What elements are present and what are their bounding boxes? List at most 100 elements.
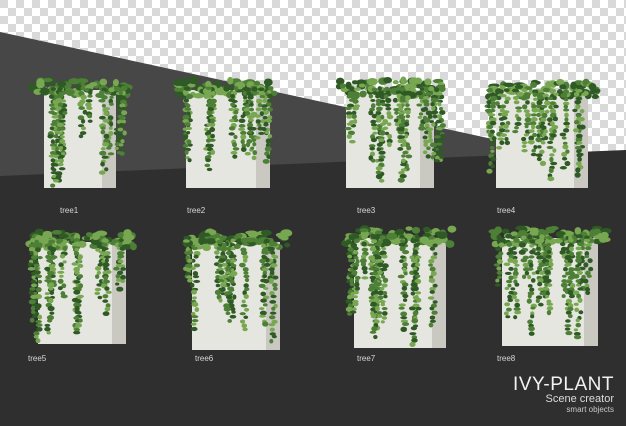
ivy-vine-leaf <box>32 314 38 319</box>
ivy-vine-leaf <box>537 265 543 271</box>
ivy-vine-leaf <box>382 126 389 130</box>
ivy-vine-leaf <box>249 102 254 107</box>
ivy-leaf <box>58 233 69 239</box>
ivy-vine-leaf <box>261 247 269 253</box>
ivy-vine-leaf <box>376 142 383 147</box>
label-tree4: tree4 <box>497 206 516 215</box>
ivy-vine-leaf <box>512 270 519 277</box>
ivy-vine-leaf <box>533 144 538 150</box>
ivy-vine-leaf <box>85 99 93 103</box>
ivy-vine-leaf <box>101 242 108 247</box>
ivy-vine-leaf <box>402 298 408 302</box>
ivy-vine-leaf <box>500 104 507 109</box>
ivy-leaf <box>284 242 291 248</box>
ivy-vine-leaf <box>371 271 379 276</box>
ivy-vine-leaf <box>217 278 225 283</box>
ivy-vine-leaf <box>528 255 535 259</box>
ivy-vine-leaf <box>565 124 570 129</box>
ivy-leaf <box>339 83 346 89</box>
ivy-vine-leaf <box>344 106 352 111</box>
ivy-vine-leaf <box>220 282 225 288</box>
ivy-vine-leaf <box>97 295 103 300</box>
ivy-vine-leaf <box>354 281 360 288</box>
ivy-vine-leaf <box>240 139 245 145</box>
ivy-leaf <box>549 225 559 231</box>
ivy-vine-leaf <box>48 154 56 158</box>
ivy-vine-leaf <box>34 270 41 275</box>
ivy-vine-leaf <box>57 102 64 107</box>
ivy-vine-leaf <box>505 279 513 284</box>
ivy-vine-leaf <box>495 246 502 252</box>
ivy-vine-leaf <box>560 93 568 98</box>
ivy-vine-leaf <box>373 279 378 284</box>
ivy-leaf <box>419 236 430 244</box>
ivy-vine-leaf <box>375 94 380 99</box>
ivy-vine-leaf <box>48 91 55 95</box>
ivy-vine-leaf <box>495 146 503 150</box>
ivy-vine-leaf <box>397 177 405 183</box>
ivy-vine-leaf <box>249 93 254 99</box>
planter-graphic <box>25 228 137 344</box>
ivy-vine-leaf <box>431 310 438 315</box>
ivy-vine-leaf <box>521 144 527 149</box>
ivy-vine-leaf <box>252 150 258 156</box>
ivy-vine-leaf <box>206 122 212 127</box>
ivy-vine-leaf <box>382 290 388 296</box>
ivy-vine-leaf <box>215 283 221 288</box>
ivy-vine-leaf <box>382 238 390 243</box>
ivy-vine-leaf <box>577 297 583 303</box>
ivy-vine-leaf <box>529 287 535 292</box>
ivy-leaf <box>263 78 273 87</box>
ivy-vine-leaf <box>370 313 377 319</box>
ivy-vine-leaf <box>565 262 572 267</box>
ivy-vine-leaf <box>416 103 423 107</box>
ivy-vine-leaf <box>400 239 405 243</box>
ivy-vine-leaf <box>109 121 114 127</box>
ivy-vine-leaf <box>57 158 64 163</box>
ivy-vine-leaf <box>243 95 248 100</box>
ivy-vine-leaf <box>525 100 530 105</box>
ivy-vine-leaf <box>399 98 406 103</box>
ivy-vine-leaf <box>210 90 216 96</box>
ivy-vine-leaf <box>361 247 369 252</box>
ivy-vine-leaf <box>531 107 539 113</box>
ivy-vine-leaf <box>374 306 380 312</box>
ivy-vine-leaf <box>35 320 42 324</box>
ivy-vine-leaf <box>406 145 412 151</box>
ivy-vine-leaf <box>214 289 222 295</box>
ivy-vine-leaf <box>117 127 124 132</box>
label-tree8: tree8 <box>497 354 516 363</box>
ivy-vine-leaf <box>573 91 580 97</box>
ivy-vine-leaf <box>122 130 127 136</box>
ivy-vine-leaf <box>369 146 375 151</box>
ivy-vine-leaf <box>259 258 267 264</box>
ivy-vine-leaf <box>400 118 406 124</box>
ivy-vine-leaf <box>384 103 391 108</box>
ivy-vine-leaf <box>184 149 189 155</box>
ivy-vine-leaf <box>361 276 369 280</box>
ivy-vine-leaf <box>108 126 113 130</box>
ivy-vine-leaf <box>523 239 531 243</box>
ivy-vine-leaf <box>73 327 80 332</box>
ivy-vine-leaf <box>60 294 68 299</box>
ivy-leaf <box>253 80 261 86</box>
ivy-vine-leaf <box>427 296 435 300</box>
ivy-vine-leaf <box>577 287 584 291</box>
ivy-vine-leaf <box>567 289 574 296</box>
ivy-vine-leaf <box>49 106 56 111</box>
ivy-leaf <box>178 79 188 86</box>
ivy-vine-leaf <box>413 286 419 292</box>
ivy-vine-leaf <box>428 278 436 283</box>
ivy-vine-leaf <box>31 275 36 280</box>
ivy-vine-leaf <box>184 243 191 248</box>
ivy-vine-leaf <box>243 274 250 279</box>
ivy-vine-leaf <box>423 87 430 93</box>
ivy-vine-leaf <box>251 155 257 161</box>
ivy-vine-leaf <box>265 138 272 144</box>
ivy-vine-leaf <box>346 94 352 99</box>
ivy-vine-leaf <box>230 238 236 243</box>
ivy-vine-leaf <box>521 148 528 153</box>
ivy-vine-leaf <box>217 263 223 268</box>
ivy-vine-leaf <box>413 270 418 275</box>
ivy-vine-leaf <box>552 148 557 153</box>
